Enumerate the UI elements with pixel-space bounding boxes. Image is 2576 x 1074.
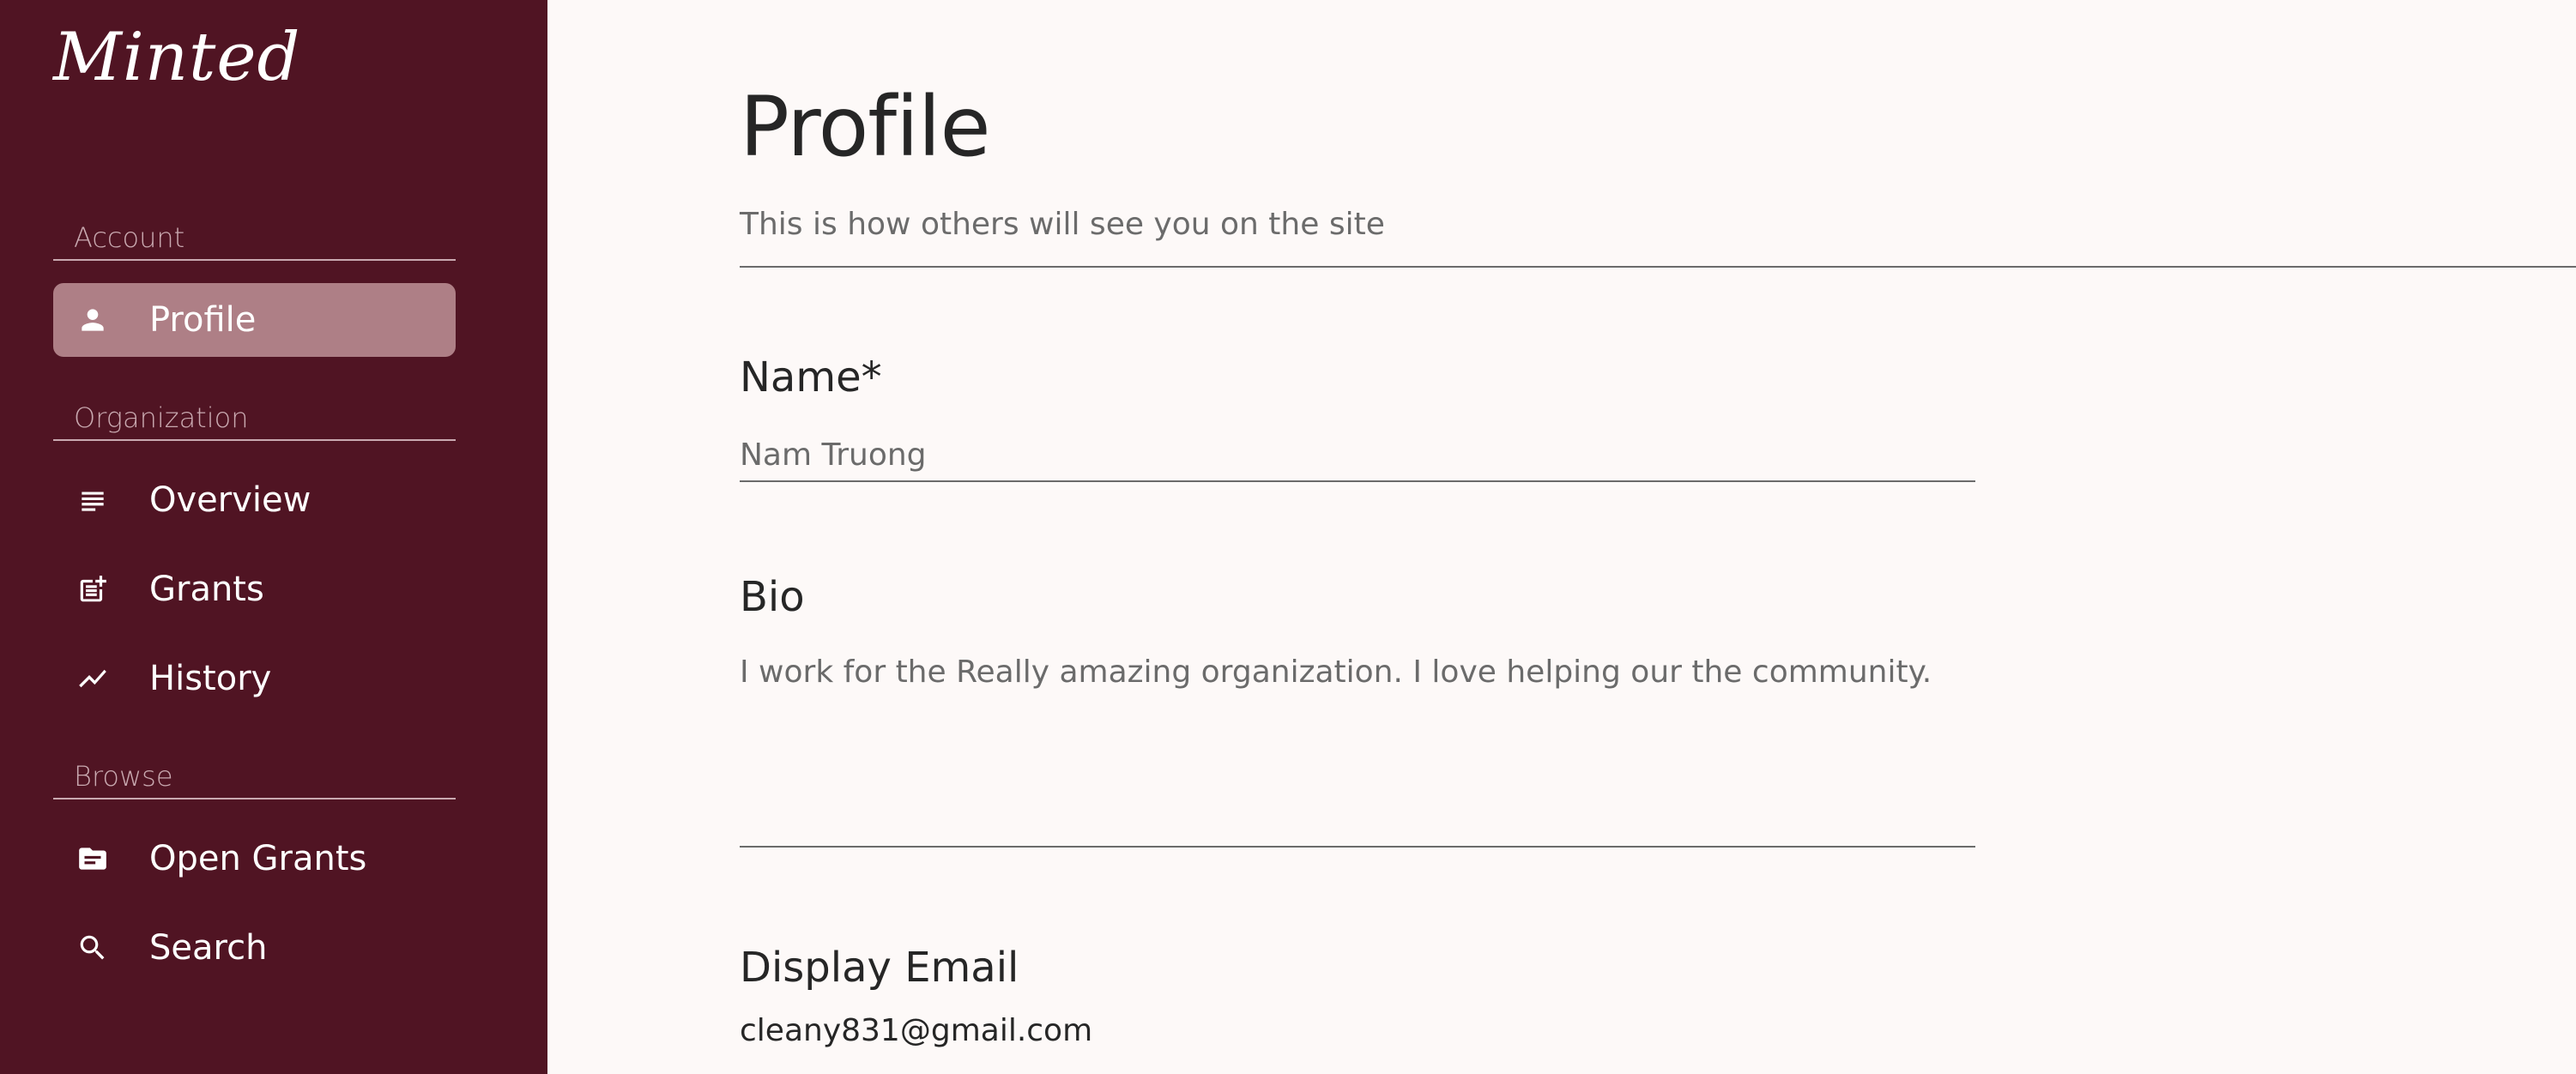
display-email-value: cleany831@gmail.com — [740, 1013, 1093, 1048]
main-content: Profile This is how others will see you … — [547, 0, 2576, 1074]
section-organization: Organization — [53, 401, 456, 441]
sidebar-item-label: Search — [149, 928, 268, 968]
section-browse: Browse — [53, 760, 456, 799]
section-label-account: Account — [74, 221, 185, 254]
app-root: Minted Account Profile Organization Over… — [0, 0, 2576, 1074]
sidebar-item-label: Grants — [149, 570, 264, 609]
section-account: Account — [53, 221, 456, 261]
sidebar-item-grants[interactable]: Grants — [53, 552, 456, 626]
name-input[interactable] — [740, 429, 1975, 482]
bio-textarea[interactable]: I work for the Really amazing organizati… — [740, 652, 1975, 848]
sidebar-item-overview[interactable]: Overview — [53, 463, 456, 537]
sidebar: Minted Account Profile Organization Over… — [0, 0, 547, 1074]
section-label-browse: Browse — [74, 760, 173, 793]
sidebar-item-label: History — [149, 659, 272, 698]
trending-icon — [53, 662, 132, 695]
app-logo[interactable]: Minted — [53, 24, 300, 91]
sidebar-item-label: Open Grants — [149, 839, 367, 878]
sidebar-item-label: Profile — [149, 300, 257, 340]
sidebar-item-history[interactable]: History — [53, 642, 456, 715]
sidebar-item-search[interactable]: Search — [53, 911, 456, 985]
display-email-label: Display Email — [740, 944, 1019, 992]
section-label-organization: Organization — [74, 401, 249, 434]
sidebar-item-label: Overview — [149, 480, 311, 520]
bio-field-label: Bio — [740, 573, 805, 621]
post-add-icon — [53, 573, 132, 606]
sidebar-item-profile[interactable]: Profile — [53, 283, 456, 357]
search-icon — [53, 932, 132, 964]
name-field-label: Name* — [740, 353, 882, 401]
sidebar-item-open-grants[interactable]: Open Grants — [53, 822, 456, 896]
page-title: Profile — [740, 79, 990, 175]
list-icon — [53, 484, 132, 516]
title-divider — [740, 266, 2576, 268]
person-icon — [53, 304, 132, 336]
folder-icon — [53, 842, 132, 875]
page-subtitle: This is how others will see you on the s… — [740, 207, 1385, 242]
